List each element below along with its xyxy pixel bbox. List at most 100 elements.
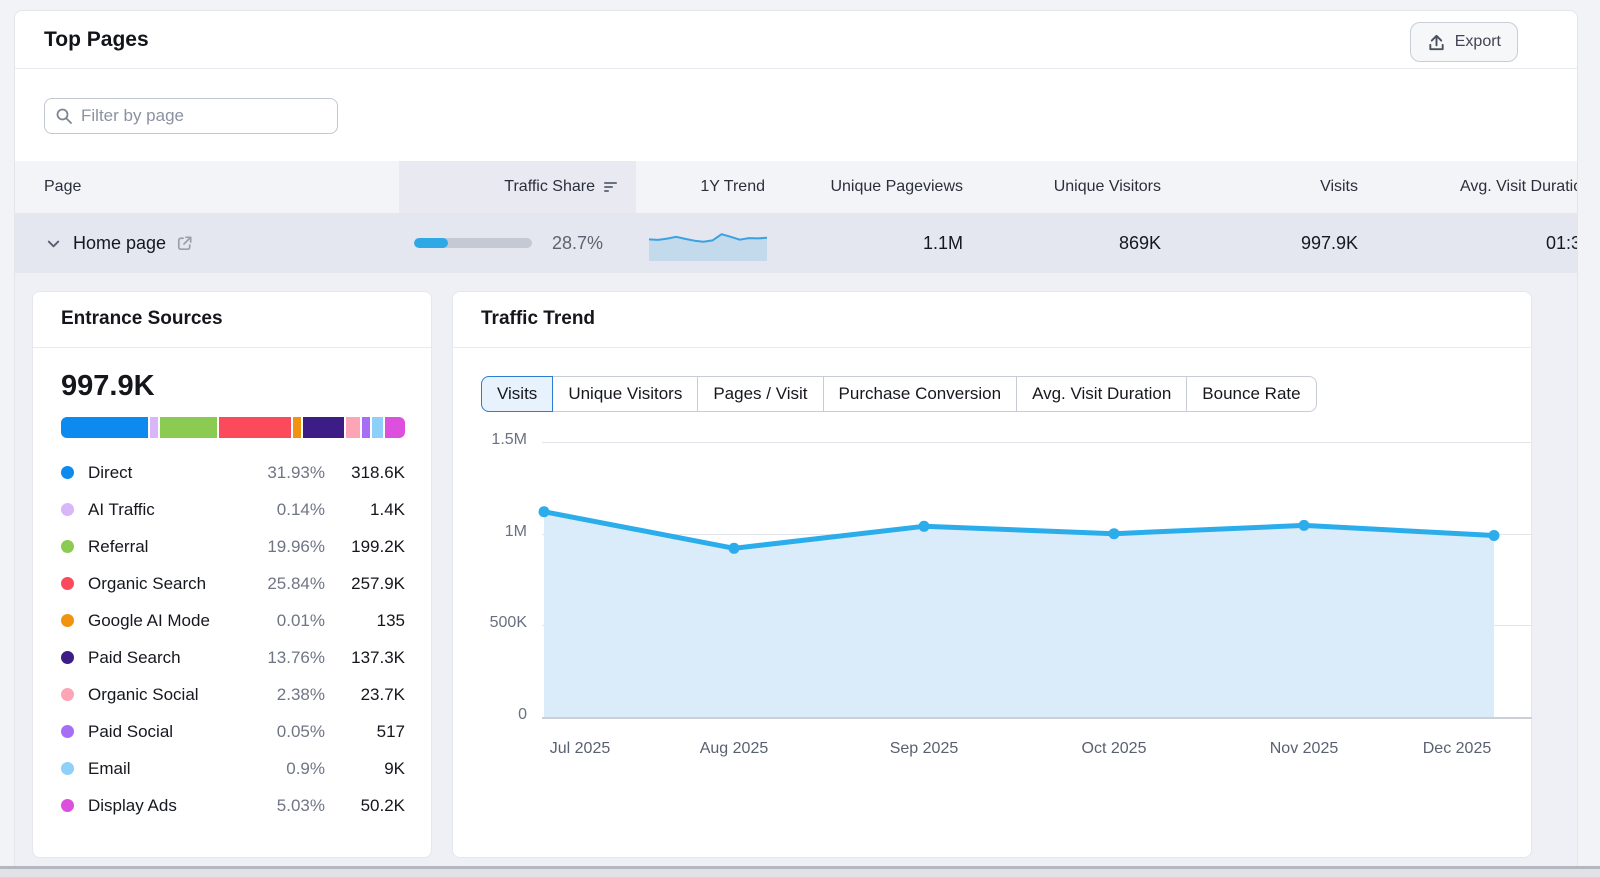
x-axis-label: Aug 2025 [674, 740, 794, 758]
traffic-share-bar-fill [414, 238, 448, 248]
export-button[interactable]: Export [1410, 22, 1518, 62]
legend-percent: 0.01% [249, 611, 325, 631]
bar-segment-ai-traffic [150, 417, 158, 438]
column-header-traffic-share[interactable]: Traffic Share [399, 161, 636, 213]
legend-row: Organic Search 25.84% 257.9K [61, 565, 405, 602]
x-axis-label: Sep 2025 [864, 740, 984, 758]
legend-label: Paid Search [88, 648, 249, 668]
page-title: Top Pages [44, 28, 149, 52]
traffic-share-bar-track [414, 238, 532, 248]
legend-value: 1.4K [325, 500, 405, 520]
collapse-row-button[interactable] [44, 234, 63, 253]
legend-label: Email [88, 759, 249, 779]
legend-color-dot [61, 614, 74, 627]
legend-row: Organic Social 2.38% 23.7K [61, 676, 405, 713]
legend-value: 9K [325, 759, 405, 779]
legend-row: Direct 31.93% 318.6K [61, 454, 405, 491]
trend-sparkline-svg [649, 223, 767, 263]
legend-value: 199.2K [325, 537, 405, 557]
card-header: Top Pages Export [15, 11, 1577, 69]
legend-row: AI Traffic 0.14% 1.4K [61, 491, 405, 528]
legend-percent: 25.84% [249, 574, 325, 594]
top-pages-card: Top Pages Export Page Traffic Share 1Y T… [14, 10, 1578, 877]
legend-row: Paid Search 13.76% 137.3K [61, 639, 405, 676]
legend-percent: 13.76% [249, 648, 325, 668]
entrance-sources-card: Entrance Sources 997.9K Direct 31.93% 31… [32, 291, 432, 858]
legend-label: Organic Social [88, 685, 249, 705]
legend-value: 23.7K [325, 685, 405, 705]
legend-row: Google AI Mode 0.01% 135 [61, 602, 405, 639]
traffic-share-percent: 28.7% [540, 233, 619, 254]
bar-segment-referral [160, 417, 217, 438]
legend-percent: 0.9% [249, 759, 325, 779]
legend-color-dot [61, 577, 74, 590]
gridline [542, 442, 1532, 443]
legend-row: Referral 19.96% 199.2K [61, 528, 405, 565]
legend-value: 257.9K [325, 574, 405, 594]
column-header-unique-pageviews[interactable]: Unique Pageviews [783, 161, 977, 213]
entrance-sources-legend: Direct 31.93% 318.6K AI Traffic 0.14% 1.… [61, 454, 405, 824]
bar-segment-google-ai-mode [293, 417, 301, 438]
chevron-down-icon [44, 234, 63, 253]
page-cell: Home page [15, 213, 399, 273]
bar-segment-email [372, 417, 382, 438]
legend-label: Direct [88, 463, 249, 483]
legend-label: Google AI Mode [88, 611, 249, 631]
avg-visit-duration-value: 01:31 [1372, 213, 1578, 273]
column-header-unique-visitors[interactable]: Unique Visitors [977, 161, 1175, 213]
table-row[interactable]: Home page 28.7% 1.1M 869K 997.9K 01:31 [15, 213, 1578, 273]
column-header-visits[interactable]: Visits [1175, 161, 1372, 213]
bar-segment-paid-search [303, 417, 345, 438]
unique-visitors-value: 869K [977, 213, 1175, 273]
page-link[interactable]: Home page [73, 233, 194, 254]
bar-segment-organic-search [219, 417, 291, 438]
external-link-icon [175, 234, 194, 253]
sort-descending-icon [603, 180, 619, 194]
y-axis-label: 500K [453, 614, 527, 632]
legend-label: Paid Social [88, 722, 249, 742]
divider [33, 347, 431, 348]
entrance-sources-bar [61, 417, 405, 438]
y-axis-label: 0 [453, 706, 527, 724]
column-header-1y-trend[interactable]: 1Y Trend [636, 161, 783, 213]
legend-color-dot [61, 762, 74, 775]
traffic-trend-card: Traffic Trend VisitsUnique VisitorsPages… [452, 291, 1532, 858]
filter-input-wrapper [44, 98, 338, 134]
entrance-sources-title: Entrance Sources [61, 308, 223, 330]
traffic-share-cell: 28.7% [399, 213, 636, 273]
legend-label: Display Ads [88, 796, 249, 816]
legend-value: 318.6K [325, 463, 405, 483]
filter-input[interactable] [81, 106, 327, 126]
x-axis-label: Oct 2025 [1054, 740, 1174, 758]
legend-percent: 2.38% [249, 685, 325, 705]
legend-color-dot [61, 651, 74, 664]
trend-1y-cell [636, 213, 783, 273]
entrance-sources-total: 997.9K [61, 370, 155, 403]
export-icon [1427, 33, 1446, 52]
legend-percent: 19.96% [249, 537, 325, 557]
legend-value: 135 [325, 611, 405, 631]
chart-gridlines: 0500K1M1.5MJul 2025Aug 2025Sep 2025Oct 2… [453, 292, 1531, 857]
legend-color-dot [61, 503, 74, 516]
legend-color-dot [61, 688, 74, 701]
column-header-page[interactable]: Page [15, 161, 399, 213]
legend-percent: 0.14% [249, 500, 325, 520]
y-axis-label: 1M [453, 523, 527, 541]
bar-segment-direct [61, 417, 148, 438]
legend-label: Organic Search [88, 574, 249, 594]
legend-label: Referral [88, 537, 249, 557]
legend-percent: 31.93% [249, 463, 325, 483]
legend-percent: 5.03% [249, 796, 325, 816]
search-icon [55, 107, 73, 125]
legend-label: AI Traffic [88, 500, 249, 520]
gridline [542, 534, 1532, 535]
column-header-avg-visit-duration[interactable]: Avg. Visit Duration [1372, 161, 1578, 213]
unique-pageviews-value: 1.1M [783, 213, 977, 273]
legend-row: Display Ads 5.03% 50.2K [61, 787, 405, 824]
x-axis-label: Nov 2025 [1244, 740, 1364, 758]
table-header-row: Page Traffic Share 1Y Trend Unique Pagev… [15, 161, 1578, 213]
gridline [542, 625, 1532, 626]
legend-value: 517 [325, 722, 405, 742]
bottom-edge-strip [0, 869, 1600, 877]
tab-visits[interactable]: Visits [481, 376, 553, 412]
